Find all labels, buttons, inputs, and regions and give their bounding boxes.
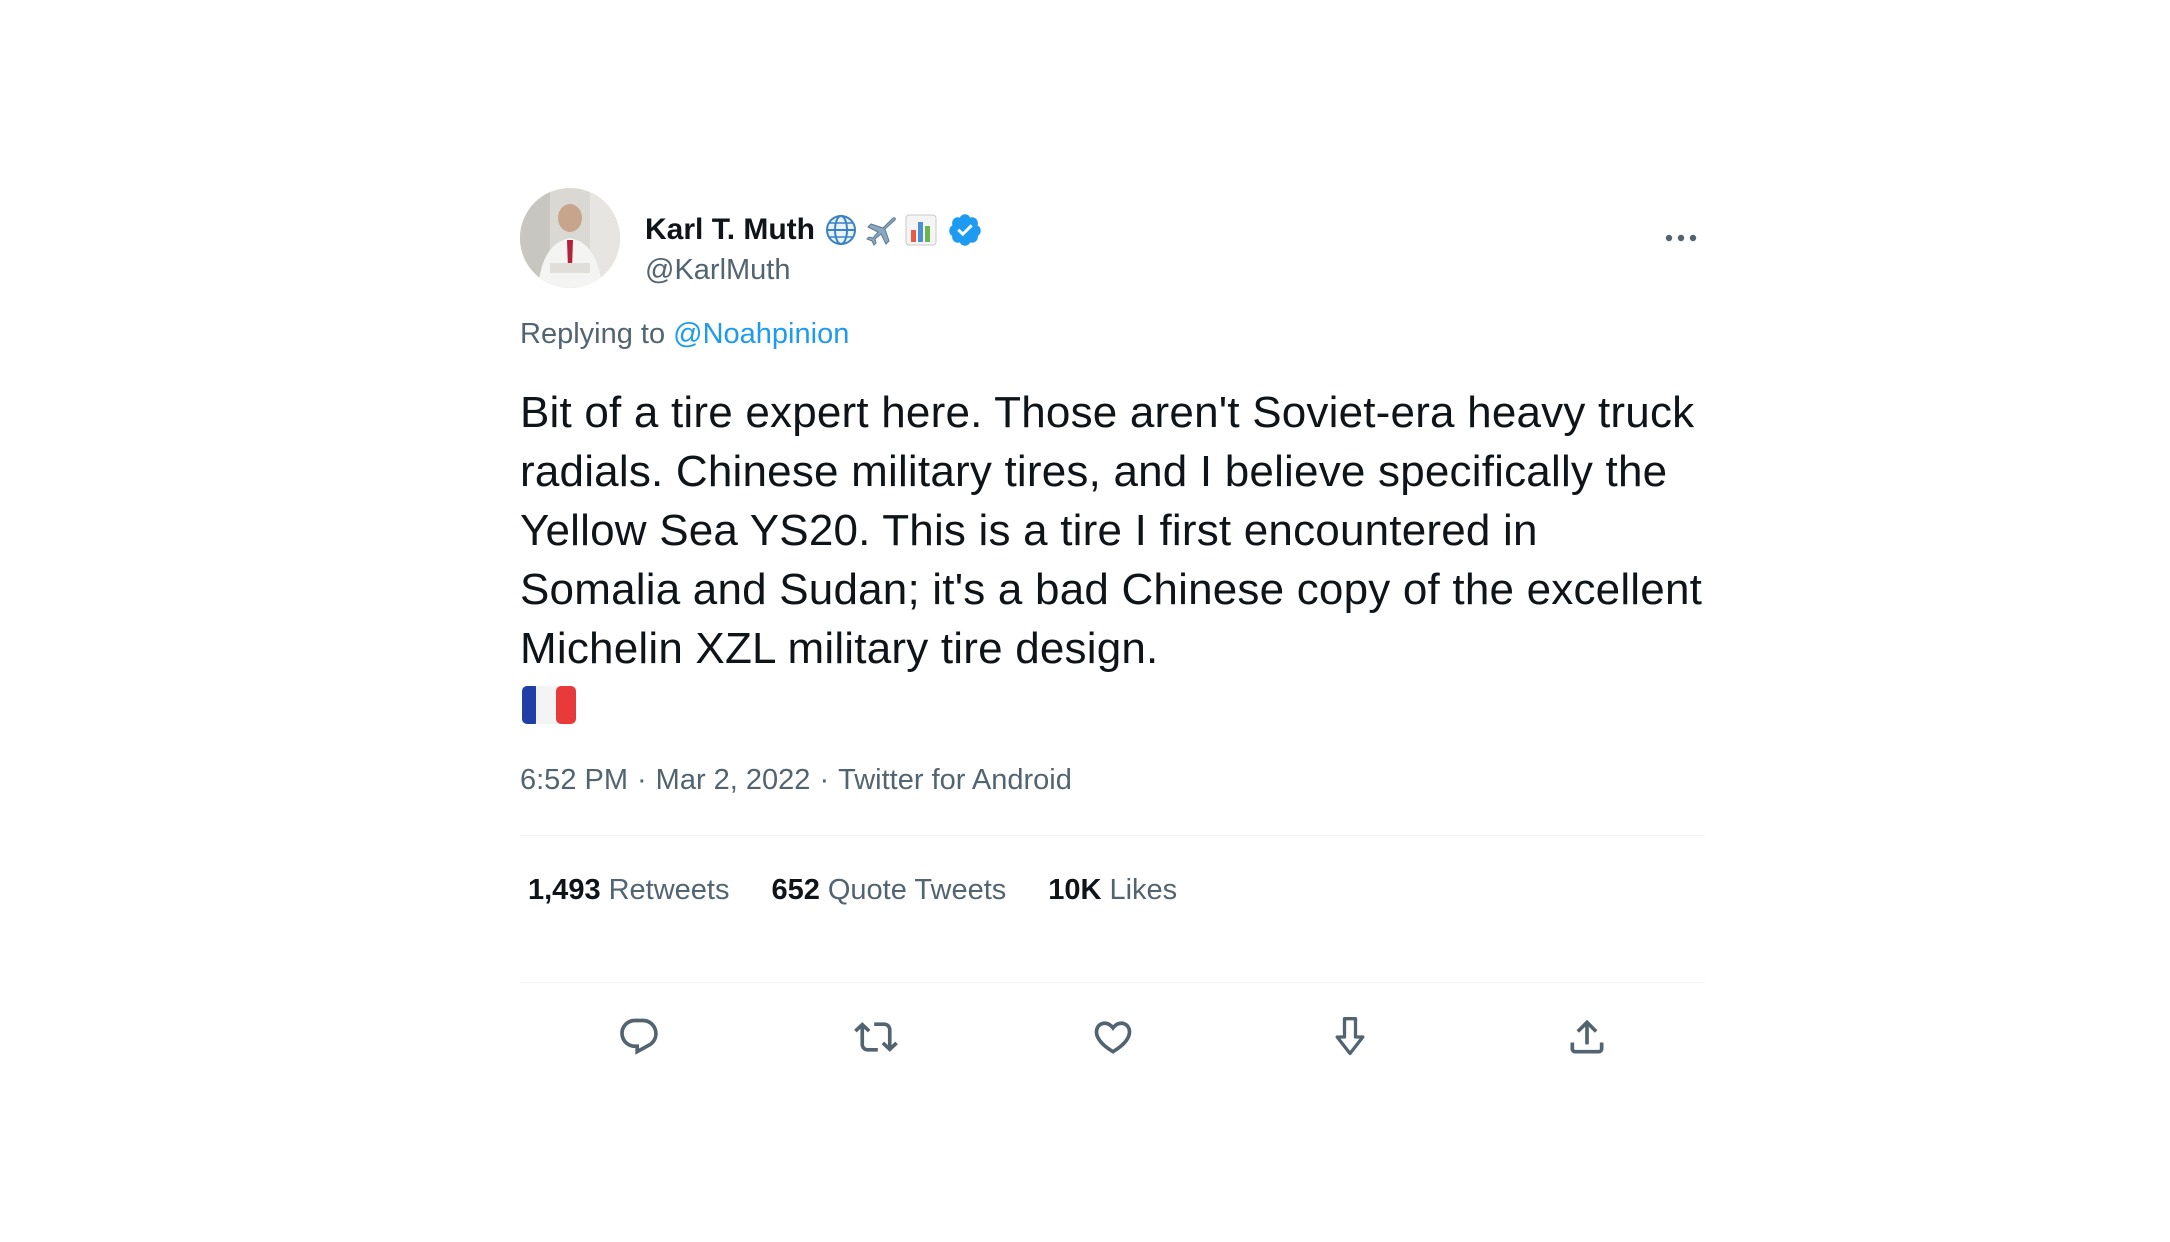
author-display-name[interactable]: Karl T. Muth bbox=[645, 213, 815, 247]
author-block: Karl T. Muth @KarlMuth bbox=[645, 210, 983, 287]
more-options-button[interactable] bbox=[1657, 218, 1705, 258]
retweets-count: 1,493 bbox=[528, 873, 601, 906]
more-dots-icon bbox=[1665, 234, 1697, 242]
retweets-stat[interactable]: 1,493 Retweets bbox=[528, 874, 729, 907]
retweet-icon bbox=[853, 1022, 898, 1052]
verified-badge-icon bbox=[947, 212, 983, 248]
reply-button[interactable] bbox=[609, 1007, 669, 1067]
france-flag-icon bbox=[520, 682, 578, 728]
retweets-label: Retweets bbox=[608, 873, 730, 906]
bar-chart-icon bbox=[903, 212, 939, 248]
quote-tweets-label: Quote Tweets bbox=[827, 873, 1007, 906]
tweet-header: Karl T. Muth @KarlMuth bbox=[520, 170, 1705, 288]
retweet-button[interactable] bbox=[846, 1007, 906, 1067]
avatar[interactable] bbox=[520, 188, 620, 288]
tweet-metadata: 6:52 PM · Mar 2, 2022 · Twitter for Andr… bbox=[520, 764, 1705, 797]
likes-stat[interactable]: 10K Likes bbox=[1048, 874, 1177, 907]
replying-to-line: Replying to @Noahpinion bbox=[520, 318, 1705, 351]
bookmark-button[interactable] bbox=[1320, 1007, 1380, 1067]
tweet-card: Karl T. Muth @KarlMuth Replying to @Noah… bbox=[520, 170, 1705, 1091]
download-arrow-icon bbox=[1335, 1017, 1364, 1056]
quote-tweets-stat[interactable]: 652 Quote Tweets bbox=[771, 874, 1006, 907]
heart-icon bbox=[1094, 1021, 1131, 1054]
replying-prefix: Replying to bbox=[520, 318, 666, 350]
likes-label: Likes bbox=[1109, 873, 1178, 906]
tweet-source[interactable]: Twitter for Android bbox=[838, 764, 1072, 797]
tweet-date[interactable]: Mar 2, 2022 bbox=[656, 764, 811, 797]
author-handle[interactable]: @KarlMuth bbox=[645, 254, 983, 287]
globe-icon bbox=[823, 212, 859, 248]
meta-separator: · bbox=[819, 764, 830, 796]
action-bar bbox=[520, 983, 1705, 1091]
share-button[interactable] bbox=[1557, 1007, 1617, 1067]
share-icon bbox=[1570, 1019, 1603, 1054]
meta-separator: · bbox=[637, 764, 647, 796]
like-button[interactable] bbox=[1083, 1007, 1143, 1067]
tweet-time[interactable]: 6:52 PM bbox=[520, 764, 628, 797]
replying-to-mention-link[interactable]: @Noahpinion bbox=[673, 318, 849, 350]
quote-tweets-count: 652 bbox=[771, 873, 820, 906]
name-row: Karl T. Muth bbox=[645, 210, 983, 250]
reply-icon bbox=[619, 1018, 658, 1055]
likes-count: 10K bbox=[1048, 873, 1102, 906]
avatar-photo bbox=[520, 188, 620, 288]
name-emojis bbox=[823, 212, 939, 248]
tweet-body-text: Bit of a tire expert here. Those aren't … bbox=[520, 388, 1703, 673]
engagement-stats: 1,493 Retweets 652 Quote Tweets 10K Likes bbox=[520, 836, 1705, 944]
airplane-icon bbox=[863, 212, 899, 248]
